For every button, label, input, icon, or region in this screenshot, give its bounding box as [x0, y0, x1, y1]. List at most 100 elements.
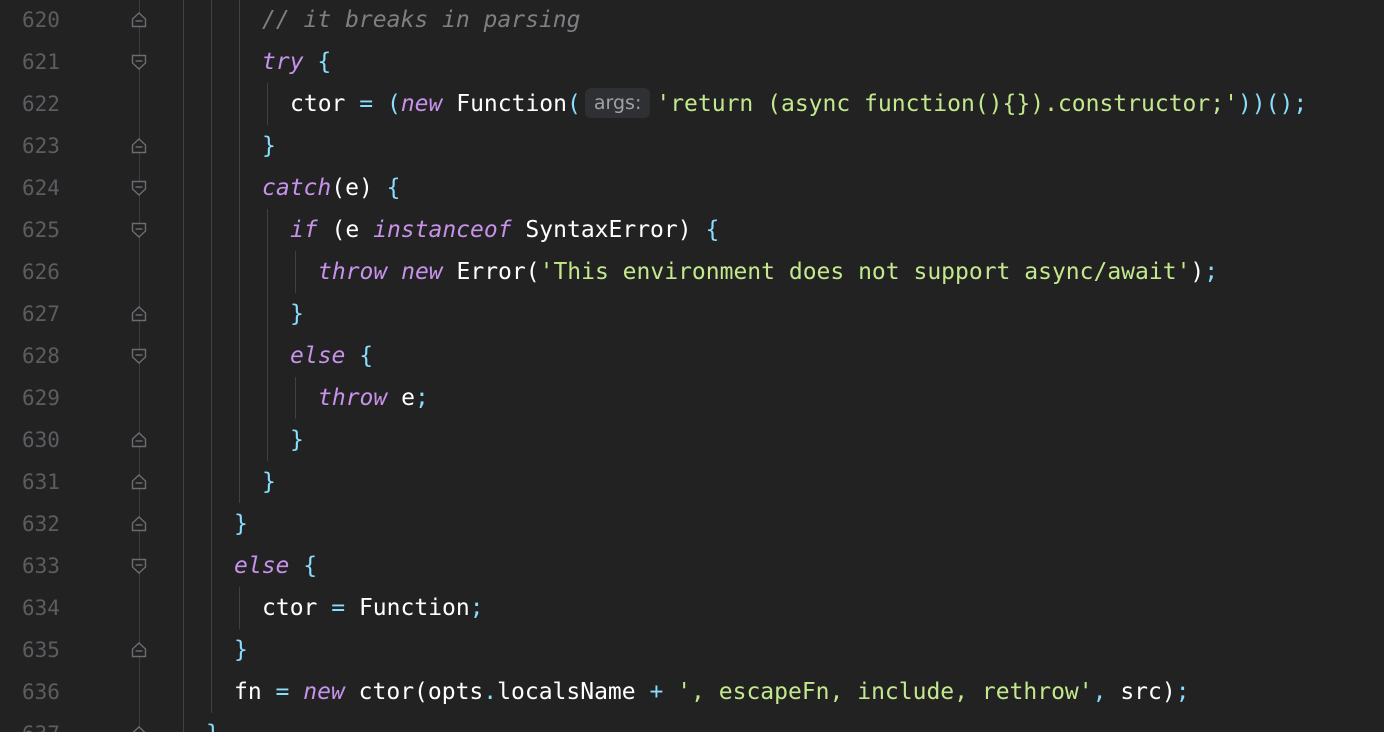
- fold-end-icon[interactable]: [131, 11, 147, 29]
- fold-start-icon[interactable]: [131, 53, 147, 71]
- code-line[interactable]: 636 fn = new ctor(opts.localsName + ', es…: [0, 671, 1384, 713]
- code-text[interactable]: }: [290, 293, 304, 335]
- code-token: new: [400, 91, 443, 117]
- code-token: =: [331, 595, 346, 621]
- line-number: 636: [22, 680, 60, 704]
- code-text[interactable]: ctor = (new Function(args:'return (async…: [290, 83, 1307, 125]
- code-line[interactable]: 635}: [0, 629, 1384, 671]
- code-text[interactable]: throw new Error('This environment does n…: [318, 251, 1218, 293]
- code-token: throw: [318, 385, 388, 411]
- code-editor[interactable]: 620 // it breaks in parsing 621 try {622 cto…: [0, 0, 1384, 732]
- fold-end-icon[interactable]: [131, 473, 147, 491]
- code-line[interactable]: 620 // it breaks in parsing: [0, 0, 1384, 41]
- code-token: else: [290, 343, 346, 369]
- code-token: ', escapeFn, include, rethrow': [677, 679, 1093, 705]
- fold-end-icon[interactable]: [131, 305, 147, 323]
- code-line[interactable]: 626 throw new Error('This environment doe…: [0, 251, 1384, 293]
- fold-start-icon[interactable]: [131, 557, 147, 575]
- code-text[interactable]: // it breaks in parsing: [262, 0, 581, 41]
- code-token: new: [401, 259, 443, 285]
- fold-start-icon[interactable]: [131, 179, 147, 197]
- code-line[interactable]: 631}: [0, 461, 1384, 503]
- code-token: ctor: [290, 91, 360, 117]
- line-number: 624: [22, 176, 60, 200]
- code-token: (: [567, 91, 581, 117]
- code-text[interactable]: if (e instanceof SyntaxError) {: [290, 209, 719, 251]
- code-line[interactable]: 628 else {: [0, 335, 1384, 377]
- code-token: new: [303, 679, 345, 705]
- code-text[interactable]: else {: [290, 335, 373, 377]
- fold-end-icon[interactable]: [131, 725, 147, 732]
- code-token: (e: [317, 217, 374, 243]
- code-token: Error(: [442, 259, 540, 285]
- code-text[interactable]: catch(e) {: [262, 167, 401, 209]
- code-line[interactable]: 625 if (e instanceof SyntaxError) {: [0, 209, 1384, 251]
- code-text[interactable]: }: [262, 125, 276, 167]
- code-token: }: [262, 469, 276, 495]
- code-token: ;: [1175, 679, 1190, 705]
- code-text[interactable]: }: [262, 461, 276, 503]
- code-token: src): [1106, 679, 1176, 705]
- code-text[interactable]: }: [206, 713, 220, 732]
- line-number: 627: [22, 302, 60, 326]
- fold-end-icon[interactable]: [131, 137, 147, 155]
- code-text[interactable]: fn = new ctor(opts.localsName + ', escap…: [234, 671, 1190, 713]
- code-token: ;: [414, 385, 429, 411]
- line-number: 620: [22, 8, 60, 32]
- code-token: ctor(opts: [344, 679, 484, 705]
- code-line[interactable]: 623}: [0, 125, 1384, 167]
- code-token: =: [275, 679, 290, 705]
- line-number: 635: [22, 638, 60, 662]
- line-number: 625: [22, 218, 60, 242]
- code-line[interactable]: 622 ctor = (new Function(args:'return (as…: [0, 83, 1384, 125]
- code-line[interactable]: 633 else {: [0, 545, 1384, 587]
- code-token: 'This environment does not support async…: [539, 259, 1191, 285]
- code-text[interactable]: }: [234, 503, 248, 545]
- fold-start-icon[interactable]: [131, 347, 147, 365]
- fold-start-icon[interactable]: [131, 221, 147, 239]
- code-text[interactable]: }: [234, 629, 248, 671]
- code-token: 'return (async function(){}).constructor…: [656, 91, 1238, 117]
- code-token: else: [234, 553, 290, 579]
- code-text[interactable]: try {: [262, 41, 331, 83]
- code-token: }: [290, 427, 304, 453]
- code-line[interactable]: 632}: [0, 503, 1384, 545]
- code-token: {: [386, 175, 401, 201]
- code-text[interactable]: throw e;: [318, 377, 429, 419]
- code-token: fn: [234, 679, 276, 705]
- line-number: 631: [22, 470, 60, 494]
- code-token: (e): [331, 175, 387, 201]
- fold-end-icon[interactable]: [131, 431, 147, 449]
- code-token: {: [317, 49, 332, 75]
- line-number: 629: [22, 386, 60, 410]
- code-text[interactable]: ctor = Function;: [262, 587, 484, 629]
- code-text[interactable]: }: [290, 419, 304, 461]
- code-line[interactable]: 629 throw e;: [0, 377, 1384, 419]
- code-line[interactable]: 630}: [0, 419, 1384, 461]
- code-token: try: [262, 49, 304, 75]
- fold-end-icon[interactable]: [131, 515, 147, 533]
- code-line[interactable]: 627}: [0, 293, 1384, 335]
- code-line[interactable]: 624 catch(e) {: [0, 167, 1384, 209]
- parameter-hint: args:: [584, 88, 651, 118]
- code-token: {: [705, 217, 720, 243]
- code-token: e: [387, 385, 415, 411]
- code-line[interactable]: 637}: [0, 713, 1384, 732]
- code-token: }: [290, 301, 304, 327]
- line-number: 623: [22, 134, 60, 158]
- code-token: ))();: [1237, 91, 1308, 117]
- code-line[interactable]: 634 ctor = Function;: [0, 587, 1384, 629]
- line-number: 630: [22, 428, 60, 452]
- code-token: throw: [318, 259, 388, 285]
- code-token: (: [386, 91, 401, 117]
- line-number: 632: [22, 512, 60, 536]
- code-line[interactable]: 621 try {: [0, 41, 1384, 83]
- code-token: }: [234, 511, 248, 537]
- code-token: ;: [1204, 259, 1219, 285]
- code-text[interactable]: else {: [234, 545, 317, 587]
- fold-end-icon[interactable]: [131, 641, 147, 659]
